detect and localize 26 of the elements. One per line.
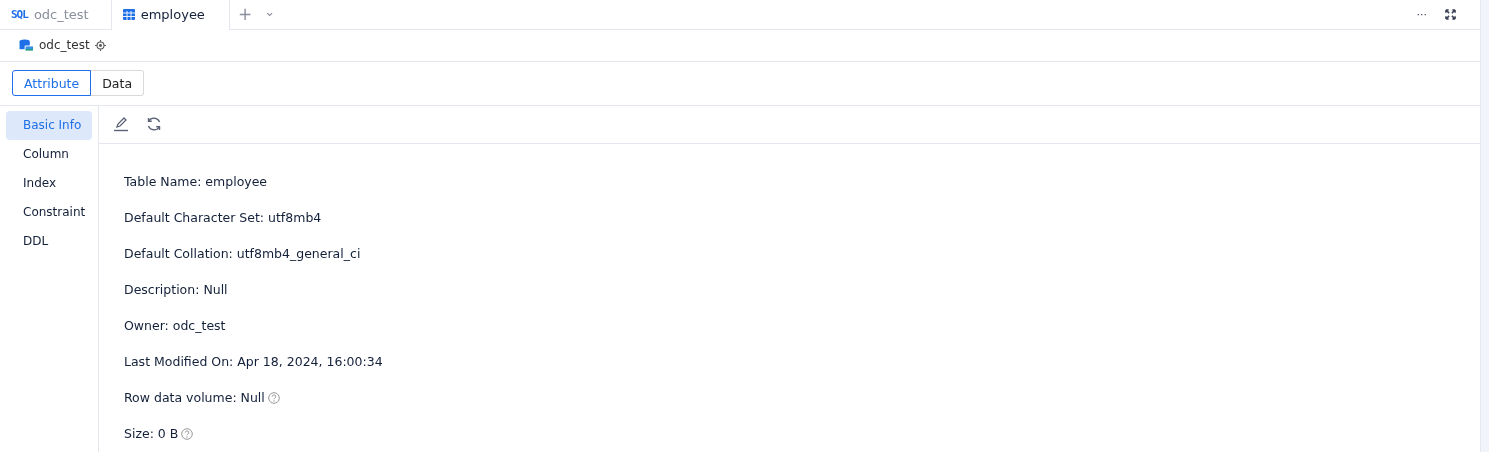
property-text: Row data volume: Null bbox=[124, 390, 265, 406]
sidebar-item[interactable]: Basic Info bbox=[6, 111, 92, 140]
more-button[interactable]: ··· bbox=[1416, 0, 1445, 29]
property-text: Table Name: employee bbox=[124, 174, 268, 190]
property-text: Last Modified On: Apr 18, 2024, 16:00:34 bbox=[124, 354, 383, 370]
property-text: Owner: odc_test bbox=[124, 318, 226, 334]
sidebar-item[interactable]: DDL bbox=[6, 227, 92, 256]
sidebar-item[interactable]: Index bbox=[6, 169, 92, 198]
refresh-icon[interactable] bbox=[146, 116, 162, 133]
sidebar-item[interactable]: Column bbox=[6, 140, 92, 169]
property-text: Description: Null bbox=[124, 282, 228, 298]
database-name[interactable]: odc_test bbox=[39, 38, 90, 53]
view-tab[interactable]: Attribute bbox=[12, 70, 92, 97]
property-text: Size: 0 B bbox=[124, 426, 179, 442]
editor-tab[interactable]: SQL odc_test bbox=[0, 0, 111, 29]
fullscreen-icon[interactable] bbox=[1445, 8, 1456, 20]
property-text: Default Character Set: utf8mb4 bbox=[124, 210, 322, 226]
property-text: Default Collation: utf8mb4_general_ci bbox=[124, 246, 361, 262]
sql-icon: SQL bbox=[11, 7, 28, 21]
view-tab[interactable]: Data bbox=[91, 70, 145, 97]
table-icon bbox=[122, 9, 135, 21]
edit-icon[interactable] bbox=[113, 116, 129, 133]
sidebar-item[interactable]: Constraint bbox=[6, 198, 92, 227]
database-icon bbox=[19, 38, 34, 52]
locate-icon[interactable] bbox=[94, 39, 106, 51]
editor-tab[interactable]: employee bbox=[110, 0, 230, 30]
